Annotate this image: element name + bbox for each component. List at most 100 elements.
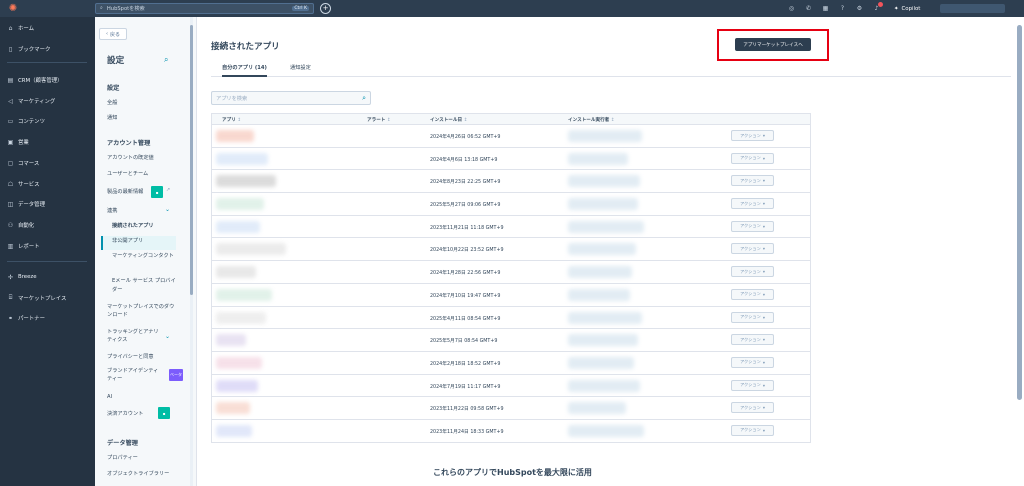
installer-redacted bbox=[568, 424, 644, 437]
chevron-down-icon[interactable]: ⌄ bbox=[165, 333, 170, 340]
action-dropdown-button[interactable]: アクション ▾ bbox=[731, 152, 774, 164]
caret-down-icon: ▾ bbox=[762, 223, 765, 229]
column-header-install-date[interactable]: インストール日 ↕ bbox=[430, 117, 468, 123]
app-name-redacted[interactable] bbox=[216, 356, 262, 369]
nav-item-commerce[interactable]: ▢ コマース bbox=[7, 158, 91, 168]
settings-item-marketplace-downloads[interactable]: マーケットプレイスでのダウンロード bbox=[107, 303, 175, 319]
app-name-redacted[interactable] bbox=[216, 402, 250, 415]
settings-item-brand-identity[interactable]: ブランドアイデンティティー bbox=[107, 367, 163, 383]
install-date-cell: 2024年7月10日 19:47 GMT+9 bbox=[430, 293, 501, 299]
nav-item-partners[interactable]: ⚭ パートナー bbox=[7, 313, 91, 323]
app-name-redacted[interactable] bbox=[216, 334, 246, 347]
app-search-input[interactable]: アプリを検索 ⌕ bbox=[211, 91, 371, 105]
nav-item-sales[interactable]: ▣ 営業 bbox=[7, 137, 91, 147]
settings-item-billing[interactable]: 決済アカウント bbox=[107, 410, 153, 418]
action-dropdown-button[interactable]: アクション ▾ bbox=[731, 266, 774, 278]
nav-label: レポート bbox=[18, 244, 40, 250]
app-name-redacted[interactable] bbox=[216, 152, 268, 165]
settings-item-ai[interactable]: AI bbox=[107, 393, 175, 401]
nav-item-reports[interactable]: ▥ レポート bbox=[7, 241, 91, 251]
global-search-input[interactable]: ⌕ HubSpotを検索 Ctrl K bbox=[95, 3, 314, 14]
settings-item-users-teams[interactable]: ユーザーとチーム bbox=[107, 170, 175, 178]
external-link-icon[interactable]: ↗ bbox=[166, 187, 170, 193]
nav-item-breeze[interactable]: ✢ Breeze bbox=[7, 272, 91, 282]
column-header-app[interactable]: アプリ ↕ bbox=[222, 117, 241, 123]
action-dropdown-button[interactable]: アクション ▾ bbox=[731, 424, 774, 436]
nav-item-marketplace[interactable]: ⌸ マーケットプレイス bbox=[7, 293, 91, 303]
back-button[interactable]: ‹ 戻る bbox=[99, 28, 127, 40]
nav-item-content[interactable]: ▭ コンテンツ bbox=[7, 116, 91, 126]
settings-item-account-defaults[interactable]: アカウントの既定値 bbox=[107, 154, 175, 162]
action-dropdown-button[interactable]: アクション ▾ bbox=[731, 175, 774, 187]
settings-scrollbar-thumb[interactable] bbox=[190, 25, 193, 295]
app-name-redacted[interactable] bbox=[216, 266, 256, 279]
tab-notification-settings[interactable]: 通知設定 bbox=[290, 64, 311, 77]
chevron-down-icon[interactable]: ⌄ bbox=[165, 206, 170, 213]
action-dropdown-button[interactable]: アクション ▾ bbox=[731, 220, 774, 232]
app-name-redacted[interactable] bbox=[216, 130, 254, 142]
account-menu[interactable] bbox=[940, 4, 1005, 13]
nav-item-home[interactable]: ⌂ ホーム bbox=[7, 23, 91, 33]
nav-item-automation[interactable]: ⚇ 自動化 bbox=[7, 220, 91, 230]
app-name-redacted[interactable] bbox=[216, 198, 264, 211]
help-icon[interactable]: ? bbox=[837, 3, 848, 14]
settings-search-icon[interactable]: ⌕ bbox=[164, 55, 168, 65]
action-dropdown-button[interactable]: アクション ▾ bbox=[731, 288, 774, 300]
copilot-button[interactable]: ✦ Copilot bbox=[894, 3, 920, 14]
create-new-plus-icon[interactable]: + bbox=[320, 3, 331, 14]
action-dropdown-button[interactable]: アクション ▾ bbox=[731, 130, 774, 141]
table-row: 2024年8月23日 22:25 GMT+9 アクション ▾ bbox=[211, 170, 811, 194]
action-dropdown-button[interactable]: アクション ▾ bbox=[731, 198, 774, 210]
app-name-redacted[interactable] bbox=[216, 175, 276, 188]
action-dropdown-button[interactable]: アクション ▾ bbox=[731, 402, 774, 414]
settings-item-email-providers[interactable]: Eメール サービス プロバイダー bbox=[112, 277, 176, 294]
calling-icon[interactable]: ✆ bbox=[803, 3, 814, 14]
marketplace-grid-icon[interactable]: ▦ bbox=[820, 3, 831, 14]
nav-divider bbox=[7, 62, 87, 63]
installer-redacted bbox=[568, 243, 636, 256]
action-dropdown-button[interactable]: アクション ▾ bbox=[731, 311, 774, 323]
app-name-redacted[interactable] bbox=[216, 220, 260, 233]
settings-item-notifications[interactable]: 通知 bbox=[107, 114, 175, 122]
settings-item-product-updates[interactable]: 製品の最新情報 bbox=[107, 188, 153, 196]
app-name-redacted[interactable] bbox=[216, 379, 258, 392]
action-dropdown-button[interactable]: アクション ▾ bbox=[731, 243, 774, 255]
installer-redacted bbox=[568, 152, 628, 165]
app-name-redacted[interactable] bbox=[216, 424, 252, 437]
column-header-installer[interactable]: インストール実行者 ↕ bbox=[568, 117, 615, 123]
app-name-redacted[interactable] bbox=[216, 243, 286, 256]
nav-item-crm[interactable]: ▤ CRM（顧客管理） bbox=[7, 75, 91, 85]
settings-item-tracking-analytics[interactable]: トラッキングとアナリティクス bbox=[107, 328, 163, 344]
settings-item-general[interactable]: 全般 bbox=[107, 99, 175, 107]
hubspot-logo-icon[interactable]: ✺ bbox=[0, 0, 26, 17]
caret-down-icon: ▾ bbox=[762, 337, 765, 343]
action-label: アクション bbox=[740, 223, 761, 229]
settings-gear-icon[interactable]: ⚙ bbox=[854, 3, 865, 14]
nav-label: Breeze bbox=[18, 274, 37, 280]
nav-item-marketing[interactable]: ◁ マーケティング bbox=[7, 96, 91, 106]
app-name-redacted[interactable] bbox=[216, 288, 272, 301]
action-dropdown-button[interactable]: アクション ▾ bbox=[731, 334, 774, 346]
action-dropdown-button[interactable]: アクション ▾ bbox=[731, 379, 774, 391]
settings-item-privacy-consent[interactable]: プライバシーと同意 bbox=[107, 353, 175, 361]
settings-item-connected-apps[interactable]: 接続されたアプリ bbox=[112, 222, 176, 231]
nav-item-bookmarks[interactable]: ▯ ブックマーク bbox=[7, 44, 91, 54]
nav-item-service[interactable]: ☖ サービス bbox=[7, 179, 91, 189]
nav-label: 自動化 bbox=[18, 223, 35, 229]
app-name-redacted[interactable] bbox=[216, 311, 266, 324]
settings-item-private-apps[interactable]: 非公開アプリ bbox=[112, 237, 176, 246]
app-search-placeholder: アプリを検索 bbox=[216, 95, 248, 102]
action-dropdown-button[interactable]: アクション ▾ bbox=[731, 356, 774, 368]
main-scrollbar[interactable] bbox=[1017, 17, 1022, 486]
main-scrollbar-thumb[interactable] bbox=[1017, 25, 1022, 400]
nav-item-data-management[interactable]: ◫ データ管理 bbox=[7, 199, 91, 209]
column-header-alert[interactable]: アラート ↕ bbox=[367, 117, 391, 123]
settings-scrollbar[interactable] bbox=[190, 17, 193, 486]
settings-item-marketing-contacts[interactable]: マーケティングコンタクト bbox=[112, 252, 176, 261]
action-label: アクション bbox=[740, 291, 761, 297]
settings-item-properties[interactable]: プロパティー bbox=[107, 454, 175, 462]
notifications-bell-icon[interactable]: ♪ bbox=[871, 2, 883, 14]
tab-my-apps[interactable]: 自分のアプリ (14) bbox=[222, 64, 267, 77]
settings-item-object-library[interactable]: オブジェクトライブラリー bbox=[107, 470, 175, 478]
upgrade-icon[interactable]: ◎ bbox=[786, 3, 797, 14]
